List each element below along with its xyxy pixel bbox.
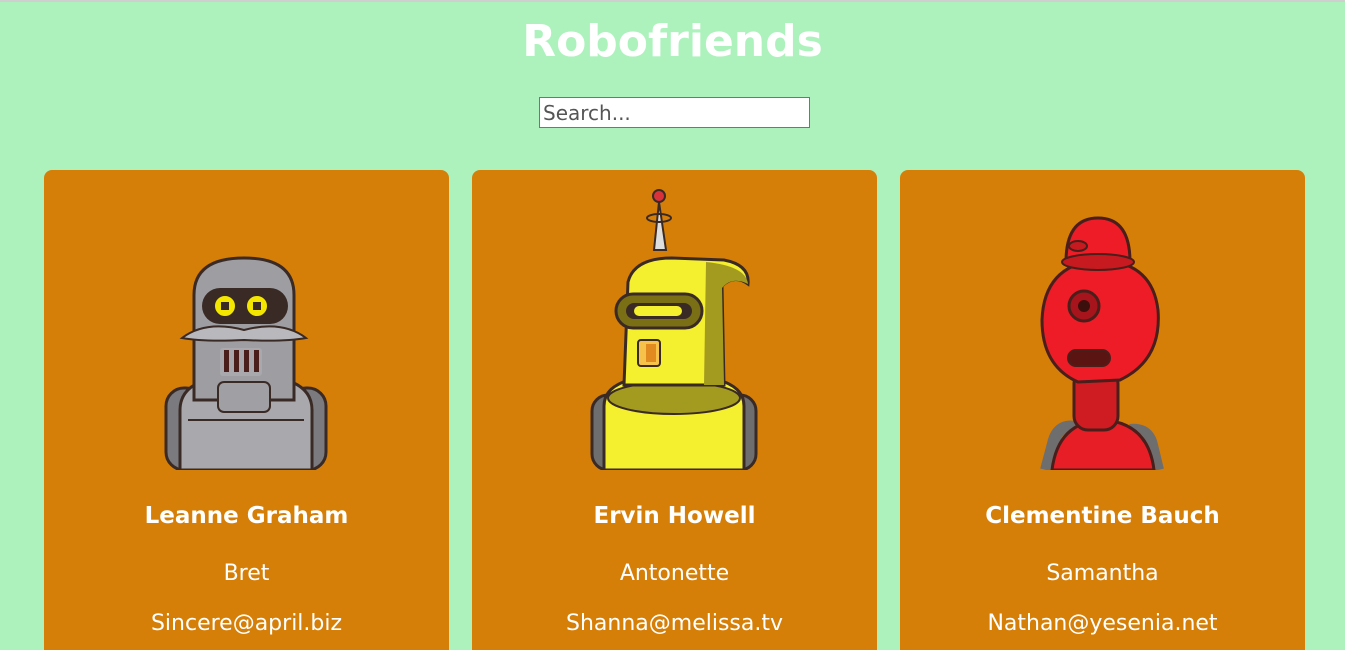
- robot-card[interactable]: Leanne Graham Bret Sincere@april.biz: [44, 170, 449, 650]
- search-input[interactable]: [539, 97, 810, 128]
- grey-robot-avatar: [164, 256, 328, 470]
- robot-username: Bret: [223, 561, 270, 586]
- robot-card[interactable]: Ervin Howell Antonette Shanna@melissa.tv: [472, 170, 877, 650]
- robot-email: Shanna@melissa.tv: [566, 611, 783, 636]
- robot-email: Nathan@yesenia.net: [987, 611, 1218, 636]
- robot-name: Ervin Howell: [593, 503, 756, 529]
- yellow-robot-avatar: [590, 189, 758, 470]
- red-robot-avatar: [1040, 216, 1164, 470]
- robot-email: Sincere@april.biz: [150, 611, 343, 636]
- robot-username: Samantha: [1046, 561, 1159, 586]
- robot-name: Leanne Graham: [144, 503, 349, 529]
- page-title: Robofriends: [522, 16, 823, 67]
- robot-username: Antonette: [619, 561, 730, 586]
- robot-card[interactable]: Clementine Bauch Samantha Nathan@yesenia…: [900, 170, 1305, 650]
- robot-name: Clementine Bauch: [985, 503, 1220, 529]
